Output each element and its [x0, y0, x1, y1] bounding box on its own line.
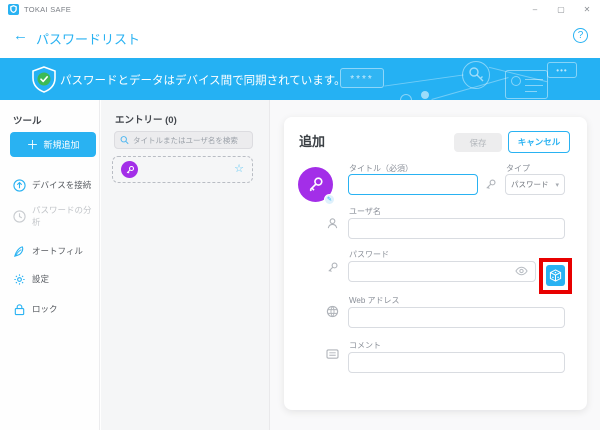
password-input[interactable] — [348, 261, 536, 282]
sidebar-item-label: デバイスを接続 — [32, 180, 92, 190]
autofill-pen-icon — [14, 245, 24, 257]
search-input[interactable] — [132, 135, 247, 145]
minimize-button[interactable]: – — [522, 0, 548, 18]
form-title: 追加 — [299, 134, 326, 149]
back-button[interactable]: ← — [13, 28, 28, 43]
sidebar-item-settings[interactable]: 設定 — [13, 271, 99, 287]
user-icon — [326, 217, 339, 230]
type-label: タイプ — [506, 164, 530, 173]
shield-icon — [10, 5, 17, 13]
save-button[interactable]: 保存 — [454, 133, 502, 152]
close-button[interactable]: ✕ — [574, 0, 600, 18]
web-address-label: Web アドレス — [349, 296, 400, 305]
sidebar-item-label: ロック — [32, 304, 58, 314]
username-input[interactable] — [348, 218, 565, 239]
comment-input[interactable] — [348, 352, 565, 373]
sidebar-item-label: 設定 — [32, 274, 50, 284]
edit-pencil-icon: ✎ — [324, 194, 335, 205]
type-value: パスワード — [511, 180, 549, 189]
type-dropdown[interactable]: パスワード ▾ — [505, 174, 565, 195]
sidebar-item-connect-device[interactable]: デバイスを接続 — [13, 177, 99, 193]
app-logo-shield-icon — [8, 3, 19, 15]
key-field-icon — [484, 178, 497, 191]
entry-search[interactable] — [114, 131, 253, 149]
draft-entry-item[interactable]: ☆ — [112, 156, 253, 183]
page-title: パスワードリスト — [36, 32, 141, 47]
maximize-button[interactable]: ▢ — [548, 0, 574, 18]
password-key-icon — [326, 261, 339, 274]
key-icon — [309, 177, 323, 192]
show-password-eye-icon[interactable] — [515, 266, 528, 276]
chevron-down-icon: ▾ — [555, 181, 559, 189]
decoration-dots-box: ••• — [547, 62, 577, 78]
decoration-dot — [421, 91, 429, 99]
decoration-id-card — [505, 70, 548, 99]
entries-heading: エントリー (0) — [115, 115, 177, 126]
sync-status-text: パスワードとデータはデバイス間で同期されています。 — [60, 75, 346, 87]
cancel-button[interactable]: キャンセル — [508, 131, 570, 153]
web-address-input[interactable] — [348, 307, 565, 328]
tools-heading: ツール — [13, 116, 42, 127]
analysis-clock-icon — [13, 209, 26, 223]
username-label: ユーザ名 — [349, 207, 381, 216]
shield-check-icon — [31, 66, 57, 93]
plus-icon: ＋ — [26, 137, 39, 152]
sidebar-item-autofill[interactable]: オートフィル — [13, 243, 99, 259]
add-new-label: 新規追加 — [43, 140, 80, 150]
sync-banner: パスワードとデータはデバイス間で同期されています。 **** ••• — [0, 58, 600, 100]
dice-cube-icon — [549, 269, 562, 282]
title-input[interactable] — [348, 174, 478, 195]
sidebar-item-label: パスワードの分析 — [32, 205, 92, 227]
comment-icon — [326, 349, 339, 360]
title-bar: TOKAI SAFE – ▢ ✕ — [0, 0, 600, 18]
tools-sidebar: ツール ＋ 新規追加 デバイスを接続 パスワードの分析 オートフィル 設定 ロッ… — [0, 100, 100, 430]
connect-device-icon — [13, 178, 26, 192]
sidebar-item-lock[interactable]: ロック — [13, 301, 99, 317]
globe-icon — [326, 305, 339, 318]
comment-label: コメント — [349, 341, 381, 350]
title-label: タイトル（必須） — [349, 164, 413, 173]
lock-icon — [14, 303, 25, 315]
window-title: TOKAI SAFE — [24, 4, 72, 14]
settings-gear-icon — [14, 273, 25, 285]
decoration-key-circle-icon — [462, 61, 490, 89]
sidebar-item-label: オートフィル — [32, 246, 83, 256]
sidebar-item-password-analysis[interactable]: パスワードの分析 — [13, 205, 99, 227]
entries-panel: エントリー (0) ☆ — [101, 100, 270, 430]
add-new-button[interactable]: ＋ 新規追加 — [10, 132, 96, 157]
help-button[interactable]: ? — [573, 28, 588, 43]
key-icon — [126, 165, 134, 174]
favorite-star-icon[interactable]: ☆ — [234, 164, 244, 175]
entry-avatar — [121, 161, 138, 178]
search-icon — [120, 136, 129, 145]
window-controls: – ▢ ✕ — [522, 0, 600, 18]
tokai-safe-window: TOKAI SAFE – ▢ ✕ ← パスワードリスト ? パスワードとデータは… — [0, 0, 600, 430]
password-label: パスワード — [349, 250, 389, 259]
generate-password-dice-button[interactable] — [546, 265, 565, 286]
decoration-password-box: **** — [340, 68, 384, 88]
page-header: ← パスワードリスト ? — [0, 18, 600, 58]
